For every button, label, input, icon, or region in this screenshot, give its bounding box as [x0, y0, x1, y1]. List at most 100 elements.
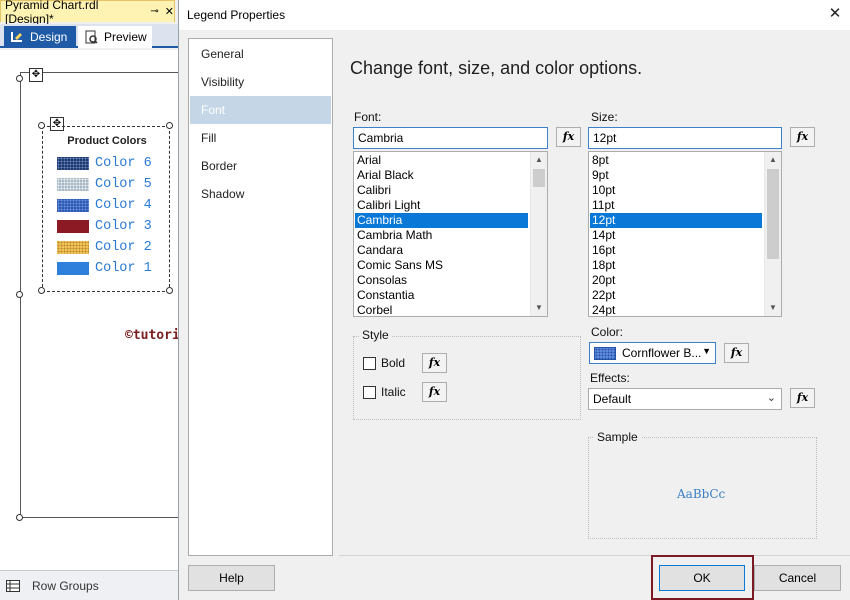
font-expression-button[interactable]: fx: [556, 127, 581, 147]
chevron-down-icon: ⌄: [766, 392, 776, 404]
size-list[interactable]: 8pt 9pt 10pt 11pt 12pt 14pt 16pt 18pt 20…: [588, 151, 782, 317]
list-item[interactable]: 22pt: [590, 288, 762, 303]
close-icon[interactable]: ✕: [165, 5, 174, 18]
move-handle-icon[interactable]: ✥: [29, 68, 43, 82]
sample-group-title: Sample: [594, 430, 641, 444]
design-canvas[interactable]: ✥ ✥ Product Colors Color 6 Color 5 Color…: [0, 50, 185, 570]
document-tab[interactable]: Pyramid Chart.rdl [Design]* ⊸ ✕: [0, 0, 175, 26]
legend-title: Product Colors: [67, 135, 147, 147]
legend-label: Color 1: [95, 260, 152, 276]
legend-swatch: [57, 177, 89, 191]
italic-expression-button[interactable]: fx: [422, 382, 447, 402]
bold-checkbox[interactable]: [363, 357, 376, 370]
list-item[interactable]: 16pt: [590, 243, 762, 258]
list-item[interactable]: 14pt: [590, 228, 762, 243]
help-button[interactable]: Help: [188, 565, 275, 591]
legend-item: Color 3: [57, 218, 152, 234]
legend-label: Color 4: [95, 197, 152, 213]
font-list[interactable]: Arial Arial Black Calibri Calibri Light …: [353, 151, 548, 317]
list-item[interactable]: 8pt: [590, 153, 762, 168]
font-input[interactable]: Cambria: [353, 127, 548, 149]
resize-handle[interactable]: [166, 287, 173, 294]
chart-legend[interactable]: Product Colors Color 6 Color 5 Color 4 C…: [42, 126, 170, 292]
italic-checkbox[interactable]: [363, 386, 376, 399]
effects-dropdown[interactable]: Default ⌄: [588, 388, 782, 410]
close-icon[interactable]: ✕: [827, 6, 843, 22]
row-groups-icon: [6, 579, 20, 592]
tab-design[interactable]: Design: [4, 26, 76, 48]
dialog-title-bar[interactable]: Legend Properties ✕: [179, 0, 850, 30]
italic-label[interactable]: Italic: [381, 385, 406, 399]
list-item[interactable]: 10pt: [590, 183, 762, 198]
legend-item: Color 4: [57, 197, 152, 213]
effects-expression-button[interactable]: fx: [790, 388, 815, 408]
list-item[interactable]: Calibri Light: [355, 198, 528, 213]
resize-handle[interactable]: [38, 287, 45, 294]
design-icon: [10, 30, 24, 44]
nav-item-border[interactable]: Border: [190, 152, 331, 180]
font-label: Font:: [354, 110, 382, 124]
view-tabs: Design Preview: [0, 24, 182, 48]
nav-item-fill[interactable]: Fill: [190, 124, 331, 152]
nav-item-shadow[interactable]: Shadow: [190, 180, 331, 208]
legend-label: Color 2: [95, 239, 152, 255]
color-expression-button[interactable]: fx: [724, 343, 749, 363]
nav-item-font[interactable]: Font: [190, 96, 331, 124]
resize-handle[interactable]: [16, 514, 23, 521]
pin-icon[interactable]: ⊸: [150, 6, 158, 17]
size-expression-button[interactable]: fx: [790, 127, 815, 147]
effects-value: Default: [593, 392, 632, 406]
nav-item-general[interactable]: General: [190, 40, 331, 68]
legend-swatch: [57, 219, 89, 233]
legend-swatch: [57, 240, 89, 254]
legend-label: Color 3: [95, 218, 152, 234]
list-item[interactable]: Candara: [355, 243, 528, 258]
list-item[interactable]: 12pt: [590, 213, 762, 228]
list-item[interactable]: Cambria: [355, 213, 528, 228]
list-item[interactable]: Consolas: [355, 273, 528, 288]
legend-item: Color 5: [57, 176, 152, 192]
bold-expression-button[interactable]: fx: [422, 353, 447, 373]
nav-item-visibility[interactable]: Visibility: [190, 68, 331, 96]
legend-label: Color 6: [95, 155, 152, 171]
scroll-up-icon[interactable]: ▲: [531, 152, 547, 168]
scroll-down-icon[interactable]: ▼: [531, 300, 547, 316]
cancel-button[interactable]: Cancel: [754, 565, 841, 591]
list-item[interactable]: 24pt: [590, 303, 762, 316]
legend-item: Color 6: [57, 155, 152, 171]
resize-handle[interactable]: [38, 122, 45, 129]
legend-swatch: [57, 261, 89, 275]
size-list-scrollbar[interactable]: ▲ ▼: [764, 152, 781, 316]
list-item[interactable]: 11pt: [590, 198, 762, 213]
scroll-thumb[interactable]: [767, 169, 779, 259]
bold-label[interactable]: Bold: [381, 356, 405, 370]
color-dropdown[interactable]: Cornflower B... ▼: [589, 342, 716, 364]
scroll-thumb[interactable]: [533, 169, 545, 187]
row-groups-pane[interactable]: Row Groups: [0, 570, 182, 600]
font-list-scrollbar[interactable]: ▲ ▼: [530, 152, 547, 316]
list-item[interactable]: Constantia: [355, 288, 528, 303]
scroll-up-icon[interactable]: ▲: [765, 152, 781, 168]
scroll-down-icon[interactable]: ▼: [765, 300, 781, 316]
tab-preview[interactable]: Preview: [78, 26, 152, 48]
list-item[interactable]: 18pt: [590, 258, 762, 273]
report-designer: Pyramid Chart.rdl [Design]* ⊸ ✕ Design P…: [0, 0, 185, 600]
list-item[interactable]: Calibri: [355, 183, 528, 198]
resize-handle[interactable]: [16, 291, 23, 298]
legend-item: Color 1: [57, 260, 152, 276]
size-label: Size:: [591, 110, 618, 124]
sample-text: AaBbCc: [677, 487, 726, 501]
list-item[interactable]: Cambria Math: [355, 228, 528, 243]
resize-handle[interactable]: [166, 122, 173, 129]
list-item[interactable]: 9pt: [590, 168, 762, 183]
list-item[interactable]: Arial: [355, 153, 528, 168]
list-item[interactable]: 20pt: [590, 273, 762, 288]
color-value: Cornflower B...: [622, 346, 702, 360]
size-input[interactable]: 12pt: [588, 127, 782, 149]
list-item[interactable]: Comic Sans MS: [355, 258, 528, 273]
list-item[interactable]: Corbel: [355, 303, 528, 316]
ok-highlight-box: [651, 555, 754, 600]
resize-handle[interactable]: [16, 75, 23, 82]
list-item[interactable]: Arial Black: [355, 168, 528, 183]
legend-item: Color 2: [57, 239, 152, 255]
